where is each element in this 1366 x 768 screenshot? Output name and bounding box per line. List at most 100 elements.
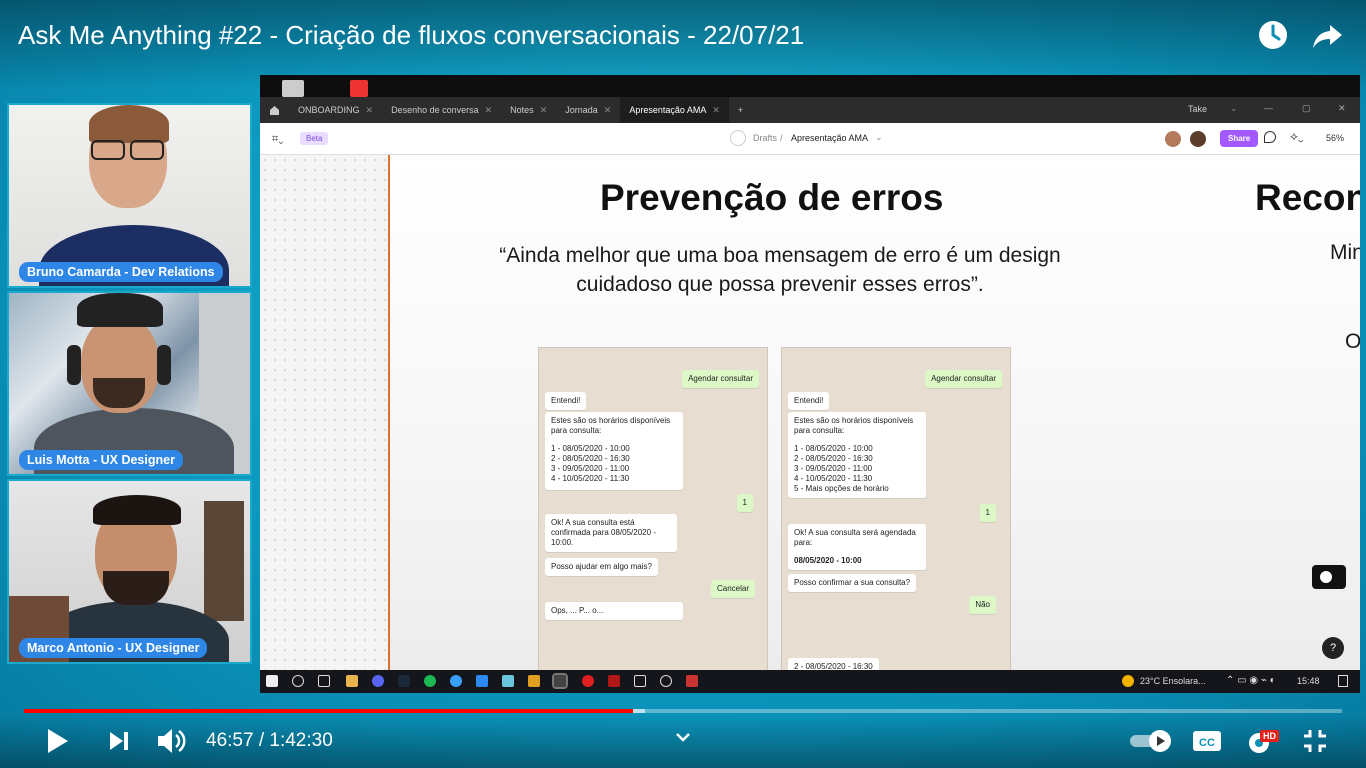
close-icon[interactable]: ✕	[485, 105, 493, 116]
discord-icon[interactable]	[372, 675, 384, 687]
video-title[interactable]: Ask Me Anything #22 - Criação de fluxos …	[18, 20, 804, 51]
svg-text:CC: CC	[1199, 737, 1215, 749]
next-slide-title: Recon	[1255, 177, 1360, 218]
chat-message: Agendar consultar	[682, 370, 759, 388]
team-avatar	[730, 130, 746, 146]
watch-later-icon[interactable]	[1256, 18, 1290, 52]
participant-name: Bruno Camarda - Dev Relations	[19, 262, 223, 282]
chat-message: Não	[969, 596, 996, 614]
breadcrumb-file[interactable]: Apresentação AMA	[791, 133, 868, 143]
windows-taskbar: 23°C Ensolara... ⌃ ▭ ◉ ⌁ ◐ 15:48	[260, 670, 1360, 693]
avatar[interactable]	[1190, 131, 1206, 147]
clock-app-icon[interactable]	[660, 675, 672, 687]
chat-schedule-list: Estes são os horários disponíveis para c…	[545, 412, 683, 490]
next-slide-text: Min	[1330, 241, 1360, 264]
beta-badge: Beta	[300, 132, 329, 145]
search-icon[interactable]	[292, 675, 304, 687]
breadcrumb-separator: /	[780, 133, 783, 143]
figma-tabbar: ONBOARDING ✕ Desenho de conversa ✕ Notes ✕ …	[260, 97, 1360, 123]
chat-message: 1	[736, 494, 753, 512]
next-slide-letter: O	[1345, 330, 1360, 353]
chat-message: Posso confirmar a sua consulta?	[788, 574, 917, 592]
weather-text[interactable]: 23°C Ensolara...	[1140, 676, 1206, 686]
chat-message: Entendi!	[788, 392, 830, 410]
chat-message: 2 - 08/05/2020 - 16:30	[788, 658, 879, 670]
edge-icon[interactable]	[450, 675, 462, 687]
file-explorer-icon[interactable]	[346, 675, 358, 687]
progress-bar[interactable]	[24, 709, 1342, 713]
close-icon[interactable]: ✕	[604, 105, 612, 116]
app-icon[interactable]	[634, 675, 646, 687]
notifications-icon[interactable]	[1338, 675, 1348, 687]
window-close-icon[interactable]: ✕	[1338, 103, 1346, 114]
played-bar	[24, 709, 633, 713]
record-widget[interactable]	[1312, 565, 1346, 589]
slide: Prevenção de erros Recon “Ainda melhor q…	[388, 155, 1360, 670]
play-icon[interactable]	[46, 728, 70, 759]
chevron-down-icon[interactable]: ⌄	[875, 132, 883, 143]
chevron-down-icon[interactable]: ⌄	[1230, 103, 1238, 114]
chat-message: Agendar consultar	[925, 370, 1002, 388]
tab-jornada[interactable]: Jornada ✕	[556, 97, 620, 123]
tab-notes[interactable]: Notes ✕	[501, 97, 556, 123]
time-display: 46:57 / 1:42:30	[206, 730, 333, 751]
chat-message: Posso ajudar em algo mais?	[545, 558, 658, 576]
tab-apresentacao[interactable]: Apresentação AMA ✕	[620, 97, 729, 123]
chat-schedule-list: Estes são os horários disponíveis para c…	[788, 412, 926, 498]
app-icon[interactable]	[686, 675, 698, 687]
share-button[interactable]: Share	[1220, 130, 1259, 147]
zoom-level[interactable]: 56%	[1326, 133, 1344, 143]
share-icon[interactable]	[1310, 18, 1344, 52]
opera-icon[interactable]	[582, 675, 594, 687]
help-button[interactable]: ?	[1322, 637, 1344, 659]
sublime-icon[interactable]	[528, 675, 540, 687]
autoplay-toggle[interactable]	[1128, 729, 1174, 758]
cc-icon[interactable]: CC	[1192, 729, 1222, 758]
windows-start-icon[interactable]	[266, 675, 278, 687]
desktop-strip	[260, 75, 1360, 97]
steam-icon[interactable]	[398, 675, 410, 687]
chat-message: Cancelar	[710, 580, 755, 598]
window-user[interactable]: Take	[1188, 104, 1207, 114]
home-tab[interactable]	[260, 97, 289, 123]
plus-icon: +	[737, 105, 744, 115]
exit-fullscreen-icon[interactable]	[1302, 728, 1328, 759]
vscode-icon[interactable]	[476, 675, 488, 687]
maximize-icon[interactable]: ▢	[1302, 103, 1311, 114]
spotify-icon[interactable]	[424, 675, 436, 687]
chevron-down-icon[interactable]	[674, 730, 692, 749]
next-icon[interactable]	[108, 730, 130, 757]
figma-menu-icon[interactable]: ⌗⌄	[272, 133, 283, 146]
participant-name: Marco Antonio - UX Designer	[19, 638, 208, 658]
tab-onboarding[interactable]: ONBOARDING ✕	[289, 97, 382, 123]
participant-name: Luis Motta - UX Designer	[19, 450, 183, 470]
hd-badge: HD	[1260, 730, 1279, 742]
app-icon[interactable]	[608, 675, 620, 687]
task-view-icon[interactable]	[318, 675, 330, 687]
figma-taskbar-icon[interactable]	[552, 673, 568, 689]
avatar[interactable]	[1165, 131, 1181, 147]
chat-confirmation: Ok! A sua consulta será agendada para: 0…	[788, 524, 926, 570]
minimize-icon[interactable]: —	[1264, 103, 1273, 113]
close-icon[interactable]: ✕	[366, 105, 374, 116]
tab-desenho[interactable]: Desenho de conversa ✕	[382, 97, 501, 123]
present-icon[interactable]: ⟡⌄	[1290, 129, 1304, 144]
close-icon[interactable]: ✕	[540, 105, 548, 116]
comment-icon[interactable]	[1264, 131, 1276, 143]
new-tab-button[interactable]: +	[729, 97, 752, 123]
figma-canvas[interactable]: Prevenção de erros Recon “Ainda melhor q…	[260, 155, 1360, 693]
sun-icon	[1122, 675, 1134, 687]
app-icon[interactable]	[502, 675, 514, 687]
slide-title: Prevenção de erros	[600, 177, 944, 218]
volume-icon[interactable]	[156, 726, 188, 761]
figma-toolbar: ⌗⌄ Beta Drafts / Apresentação AMA ⌄ Shar…	[260, 123, 1360, 155]
record-icon	[1320, 571, 1332, 583]
chat-message: 1	[979, 504, 996, 522]
breadcrumb-root[interactable]: Drafts	[753, 133, 777, 143]
taskbar-clock[interactable]: 15:48	[1297, 676, 1320, 686]
webcam-bruno: Bruno Camarda - Dev Relations	[7, 103, 252, 288]
chat-mockup-right: Agendar consultar Entendi! Estes são os …	[781, 347, 1011, 670]
webcam-marco: Marco Antonio - UX Designer	[7, 479, 252, 664]
tray-icons[interactable]: ⌃ ▭ ◉ ⌁ ◐	[1226, 675, 1276, 686]
close-icon[interactable]: ✕	[712, 105, 720, 116]
